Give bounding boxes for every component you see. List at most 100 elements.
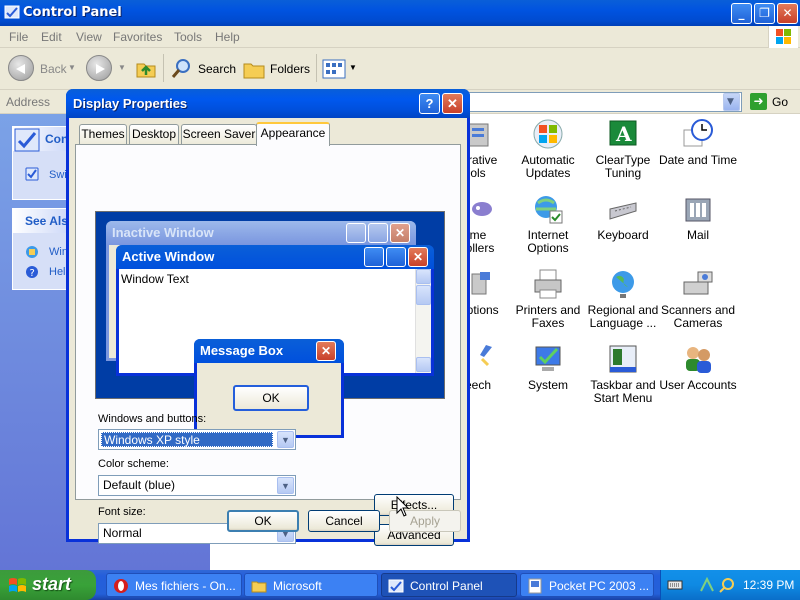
search-tray-icon[interactable] (719, 577, 735, 593)
preview-active-title-bar: Active Window ✕ (116, 245, 434, 269)
chevron-down-icon[interactable]: ▼ (277, 477, 294, 494)
back-button[interactable]: Back ▼ (8, 55, 78, 83)
restore-button[interactable]: ❐ (754, 3, 775, 24)
date-time-icon (683, 119, 713, 147)
clock[interactable]: 12:39 PM (743, 578, 794, 592)
menu-edit[interactable]: Edit (41, 30, 62, 44)
color-scheme-label: Color scheme: (98, 458, 169, 470)
search-button[interactable]: Search (170, 55, 236, 83)
preview-msgbox-title: Message Box (200, 343, 284, 358)
forward-button[interactable]: ▼ (86, 55, 126, 83)
chevron-down-icon[interactable]: ▼ (118, 63, 126, 72)
windows-buttons-select[interactable]: Windows XP style ▼ (98, 429, 296, 450)
preview-inactive-title: Inactive Window (112, 225, 214, 240)
start-button[interactable]: start (0, 570, 96, 600)
task-opera[interactable]: Mes fichiers - On... (106, 573, 242, 597)
control-panel-icon (14, 128, 40, 152)
item-automatic-updates[interactable]: Automatic Updates (508, 118, 588, 188)
back-label: Back (40, 62, 67, 76)
item-cleartype-tuning[interactable]: A ClearType Tuning (583, 118, 663, 188)
window-title: Control Panel (23, 5, 122, 20)
close-icon: ✕ (408, 247, 428, 267)
item-user-accounts[interactable]: User Accounts (658, 343, 738, 413)
views-button[interactable]: ▼ (322, 55, 358, 83)
font-size-label: Font size: (98, 506, 146, 518)
folder-icon (251, 581, 267, 593)
preview-inactive-title-bar: Inactive Window ✕ (106, 221, 416, 245)
network-tray-icon[interactable] (699, 577, 715, 593)
task-microsoft-folder[interactable]: Microsoft (244, 573, 378, 597)
task-label: Mes fichiers - On... (135, 579, 236, 593)
item-taskbar-and-start-menu[interactable]: Taskbar and Start Menu (583, 343, 663, 413)
windows-flag-icon (776, 29, 791, 44)
menu-favorites[interactable]: Favorites (113, 30, 162, 44)
tab-appearance[interactable]: Appearance (256, 122, 330, 146)
item-regional-and-language[interactable]: Regional and Language ... (583, 268, 663, 338)
keyboard-tray-icon[interactable] (667, 577, 683, 593)
address-input[interactable] (468, 92, 742, 112)
menu-help[interactable]: Help (215, 30, 240, 44)
task-pocket-pc[interactable]: Pocket PC 2003 ... (520, 573, 654, 597)
menu-view[interactable]: View (76, 30, 102, 44)
cancel-button[interactable]: Cancel (308, 510, 380, 532)
preview-ok-button: OK (233, 385, 309, 411)
color-scheme-select[interactable]: Default (blue) ▼ (98, 475, 296, 496)
chevron-down-icon[interactable]: ▼ (277, 431, 294, 448)
minimize-button[interactable]: _ (731, 3, 752, 24)
close-icon: ✕ (316, 341, 336, 361)
scroll-down-icon (416, 357, 431, 372)
dialog-close-button[interactable]: ✕ (442, 93, 463, 114)
ok-button[interactable]: OK (227, 510, 299, 532)
item-label: Mail (686, 228, 709, 242)
system-tray: 12:39 PM (660, 570, 800, 600)
folders-button[interactable]: Folders (242, 55, 312, 83)
item-printers-and-faxes[interactable]: Printers and Faxes (508, 268, 588, 338)
back-arrow-icon (8, 55, 34, 81)
item-system[interactable]: System (508, 343, 588, 413)
item-scanners-and-cameras[interactable]: Scanners and Cameras (658, 268, 738, 338)
item-date-and-time[interactable]: Date and Time (658, 118, 738, 188)
address-dropdown-button[interactable]: ▼ (723, 93, 740, 111)
internet-options-icon (535, 196, 563, 224)
opera-icon (114, 579, 128, 593)
user-accounts-icon (686, 347, 711, 373)
chevron-down-icon: ▼ (727, 97, 734, 107)
item-mail[interactable]: Mail (658, 193, 738, 263)
close-button[interactable]: ✕ (777, 3, 798, 24)
dialog-title: Display Properties (73, 96, 188, 111)
go-button[interactable]: ➜ Go (748, 93, 798, 111)
start-label: start (32, 574, 72, 594)
pocket-pc-icon (528, 578, 542, 594)
svg-text:A: A (615, 122, 632, 146)
up-folder-icon[interactable] (134, 56, 158, 80)
item-label: Automatic Updates (521, 153, 575, 180)
tab-themes[interactable]: Themes (79, 124, 127, 145)
control-panel-icon (388, 579, 404, 593)
item-label: ClearType Tuning (595, 153, 651, 180)
help-button[interactable]: ? (419, 93, 440, 114)
close-icon: ✕ (390, 223, 410, 243)
tab-desktop[interactable]: Desktop (129, 124, 179, 145)
task-label: Pocket PC 2003 ... (549, 579, 650, 593)
taskbar: start Mes fichiers - On... Microsoft Con… (0, 570, 800, 600)
preview-active-title: Active Window (122, 249, 215, 264)
svg-text:?: ? (30, 268, 35, 279)
views-icon (322, 59, 346, 79)
see-also-title: See Als (25, 214, 68, 228)
tab-screen-saver[interactable]: Screen Saver (181, 124, 257, 145)
scroll-thumb (416, 285, 431, 305)
task-control-panel[interactable]: Control Panel (381, 573, 517, 597)
scroll-up-icon (416, 269, 431, 284)
item-keyboard[interactable]: Keyboard (583, 193, 663, 263)
mail-icon (685, 198, 711, 222)
forward-arrow-icon (86, 55, 112, 81)
toolbar-separator (163, 54, 164, 82)
automatic-updates-icon (533, 119, 563, 149)
go-arrow-icon: ➜ (750, 93, 767, 110)
menu-tools[interactable]: Tools (174, 30, 202, 44)
item-label: Keyboard (597, 228, 649, 242)
chevron-down-icon[interactable]: ▼ (68, 63, 76, 72)
item-internet-options[interactable]: Internet Options (508, 193, 588, 263)
menu-file[interactable]: File (9, 30, 28, 44)
item-label: Scanners and Cameras (660, 303, 736, 330)
